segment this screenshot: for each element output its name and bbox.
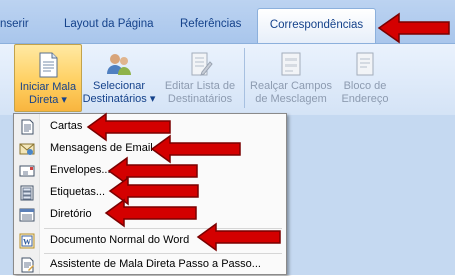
email-icon — [19, 143, 35, 155]
start-mail-merge-label-1: Iniciar Mala — [19, 81, 77, 93]
edit-list-label-1: Editar Lista de — [164, 80, 236, 92]
menu-item-assistente-mala-direta[interactable]: Assistente de Mala Direta Passo a Passo.… — [14, 254, 286, 276]
edit-list-icon — [186, 50, 214, 78]
annotation-arrow-icon — [104, 198, 197, 228]
directory-icon — [19, 208, 35, 222]
tab-inserir[interactable]: nserir — [0, 18, 29, 30]
menu-item-label: Mensagens de Email — [50, 142, 153, 154]
menu-item-label: Etiquetas... — [50, 186, 106, 198]
highlight-fields-icon — [277, 50, 305, 78]
recipients-icon — [105, 50, 133, 78]
tab-referencias[interactable]: Referências — [180, 18, 241, 30]
menu-item-label: Assistente de Mala Direta Passo a Passo.… — [50, 258, 261, 270]
tab-correspondencias[interactable]: Correspondências — [257, 8, 376, 44]
edit-recipient-list-button[interactable]: Editar Lista de Destinatários — [160, 44, 240, 106]
svg-text:W: W — [23, 238, 31, 247]
address-block-label-2: Endereço — [341, 93, 389, 105]
menu-item-label: Documento Normal do Word — [50, 234, 190, 246]
select-recipients-button[interactable]: Selecionar Destinatários ▾ — [80, 44, 158, 106]
letter-icon — [21, 119, 34, 135]
start-mail-merge-button[interactable]: Iniciar Mala Direta ▾ — [14, 44, 82, 112]
menu-item-label: Envelopes... — [50, 164, 111, 176]
select-recipients-label-1: Selecionar — [93, 80, 145, 92]
edit-list-label-2: Destinatários — [167, 93, 233, 105]
start-mail-merge-label-2: Direta ▾ — [29, 94, 67, 106]
word-document-icon: W — [19, 233, 35, 249]
select-recipients-label-2: Destinatários ▾ — [82, 93, 156, 105]
wizard-icon — [21, 257, 34, 273]
annotation-arrow-icon — [196, 222, 281, 252]
highlight-merge-fields-button[interactable]: Realçar Campos de Mesclagem — [249, 44, 333, 106]
menu-item-label: Diretório — [50, 208, 92, 220]
highlight-fields-label-1: Realçar Campos — [250, 80, 332, 92]
envelope-icon — [19, 165, 35, 177]
highlight-fields-label-2: de Mesclagem — [255, 93, 327, 105]
address-block-label-1: Bloco de — [343, 80, 387, 92]
annotation-arrow-icon — [377, 12, 450, 44]
tab-layout-da-pagina[interactable]: Layout da Página — [64, 18, 154, 30]
address-block-button[interactable]: Bloco de Endereço — [335, 44, 395, 106]
ribbon-group-separator — [244, 48, 245, 108]
menu-item-label: Cartas — [50, 120, 83, 132]
document-icon — [34, 51, 62, 79]
address-block-icon — [351, 50, 379, 78]
labels-icon — [20, 185, 34, 201]
tab-correspondencias-label: Correspondências — [269, 19, 364, 31]
